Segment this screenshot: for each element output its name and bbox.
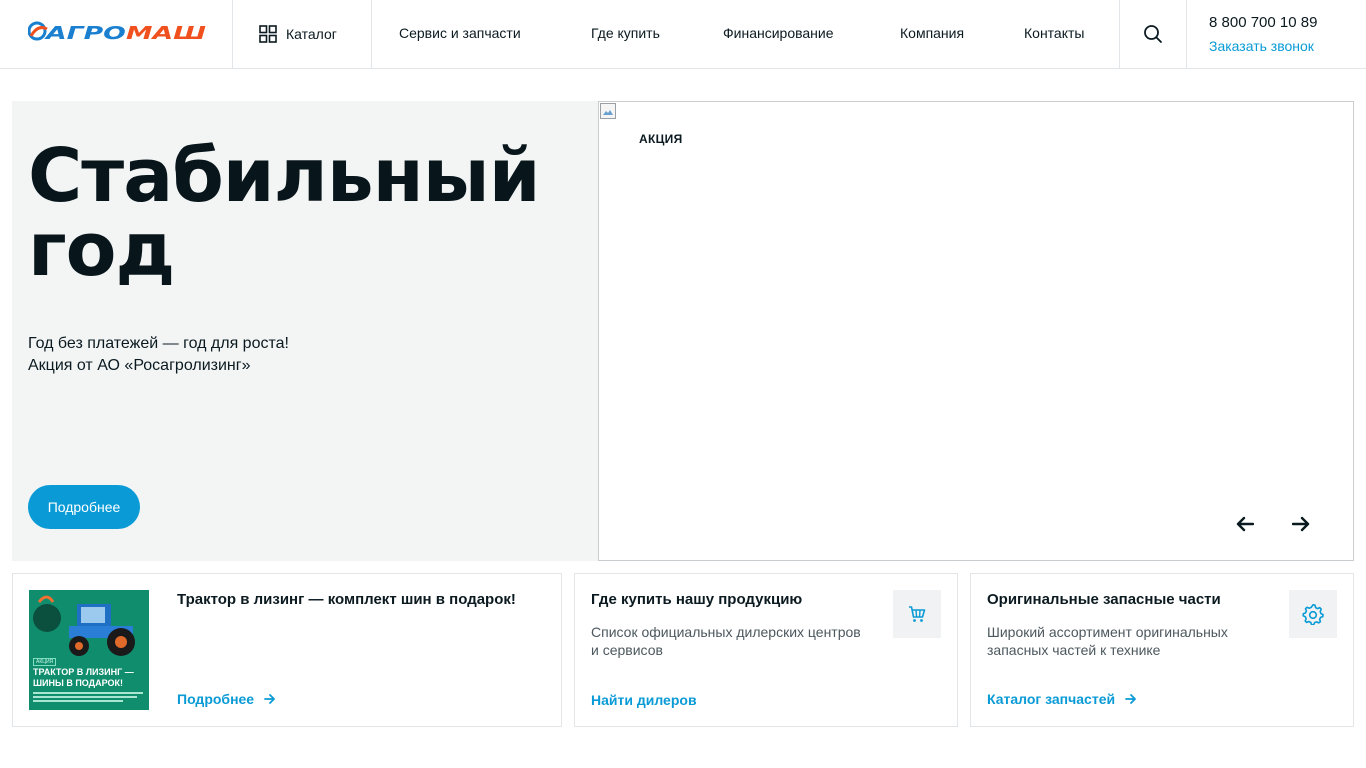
thumb-headline: ТРАКТОР В ЛИЗИНГ — ШИНЫ В ПОДАРОК! [33,667,134,688]
cart-icon-box [893,590,941,638]
nav-contacts[interactable]: Контакты [1024,25,1084,41]
cart-icon [909,606,926,622]
thumb-fine-print [33,692,143,702]
nav-company[interactable]: Компания [900,25,964,41]
dealers-card-description: Список официальных дилерских центров и с… [591,624,861,658]
find-dealers-link[interactable]: Найти дилеров [591,692,697,708]
promo-card-title[interactable]: Трактор в лизинг — комплект шин в подаро… [177,591,516,608]
search-icon [1144,25,1162,43]
parts-catalog-link[interactable]: Каталог запчастей [987,691,1137,707]
nav-service-parts[interactable]: Сервис и запчасти [399,25,521,41]
broken-image-icon [600,103,616,119]
nav-where-to-buy[interactable]: Где купить [591,25,660,41]
promo-thumbnail[interactable]: АКЦИЯ ТРАКТОР В ЛИЗИНГ — ШИНЫ В ПОДАРОК! [29,590,149,710]
find-dealers-label: Найти дилеров [591,692,697,708]
site-header: АГРОМАШ МАШ Каталог Сервис и запчасти Гд… [0,0,1366,69]
parts-card-title[interactable]: Оригинальные запасные части [987,591,1221,608]
phone-number[interactable]: 8 800 700 10 89 [1209,14,1317,31]
dealers-card-title[interactable]: Где купить нашу продукцию [591,591,802,608]
gear-icon [1302,604,1324,625]
search-button[interactable] [1120,0,1186,68]
catalog-button[interactable]: Каталог [233,0,371,68]
hero-text-panel: Стабильный год Год без платежей — год дл… [12,101,598,561]
arrow-right-icon [264,694,276,704]
hero-image-panel: АКЦИЯ [598,101,1354,561]
promo-card-link-label: Подробнее [177,691,255,707]
header-divider [1186,0,1187,68]
nav-financing[interactable]: Финансирование [723,25,834,41]
parts-card: Оригинальные запасные части Широкий ассо… [970,573,1354,727]
tractor-illustration [29,590,149,660]
thumb-tag: АКЦИЯ [33,658,57,666]
catalog-label: Каталог [286,26,337,42]
grid-icon [259,25,277,43]
agromash-logo[interactable]: АГРОМАШ МАШ [28,20,208,44]
arrow-right-icon [1292,516,1310,532]
hero-title: Стабильный год [28,133,541,293]
slider-prev-button[interactable] [1233,512,1257,536]
hero-description: Год без платежей — год для роста! Акция … [28,335,289,374]
promo-card: АКЦИЯ ТРАКТОР В ЛИЗИНГ — ШИНЫ В ПОДАРОК!… [12,573,562,727]
header-divider [371,0,372,68]
callback-link[interactable]: Заказать звонок [1209,38,1314,54]
parts-catalog-label: Каталог запчастей [987,691,1116,707]
parts-card-description: Широкий ассортимент оригинальных запасны… [987,624,1228,658]
promo-tag: АКЦИЯ [639,132,683,146]
arrow-left-icon [1236,516,1254,532]
svg-text:МАШ: МАШ [126,23,206,44]
hero-more-button[interactable]: Подробнее [28,485,140,529]
gear-icon-box [1289,590,1337,638]
slider-next-button[interactable] [1289,512,1313,536]
arrow-right-icon [1125,694,1136,704]
promo-card-link[interactable]: Подробнее [177,691,276,707]
dealers-card: Где купить нашу продукцию Список официал… [574,573,958,727]
